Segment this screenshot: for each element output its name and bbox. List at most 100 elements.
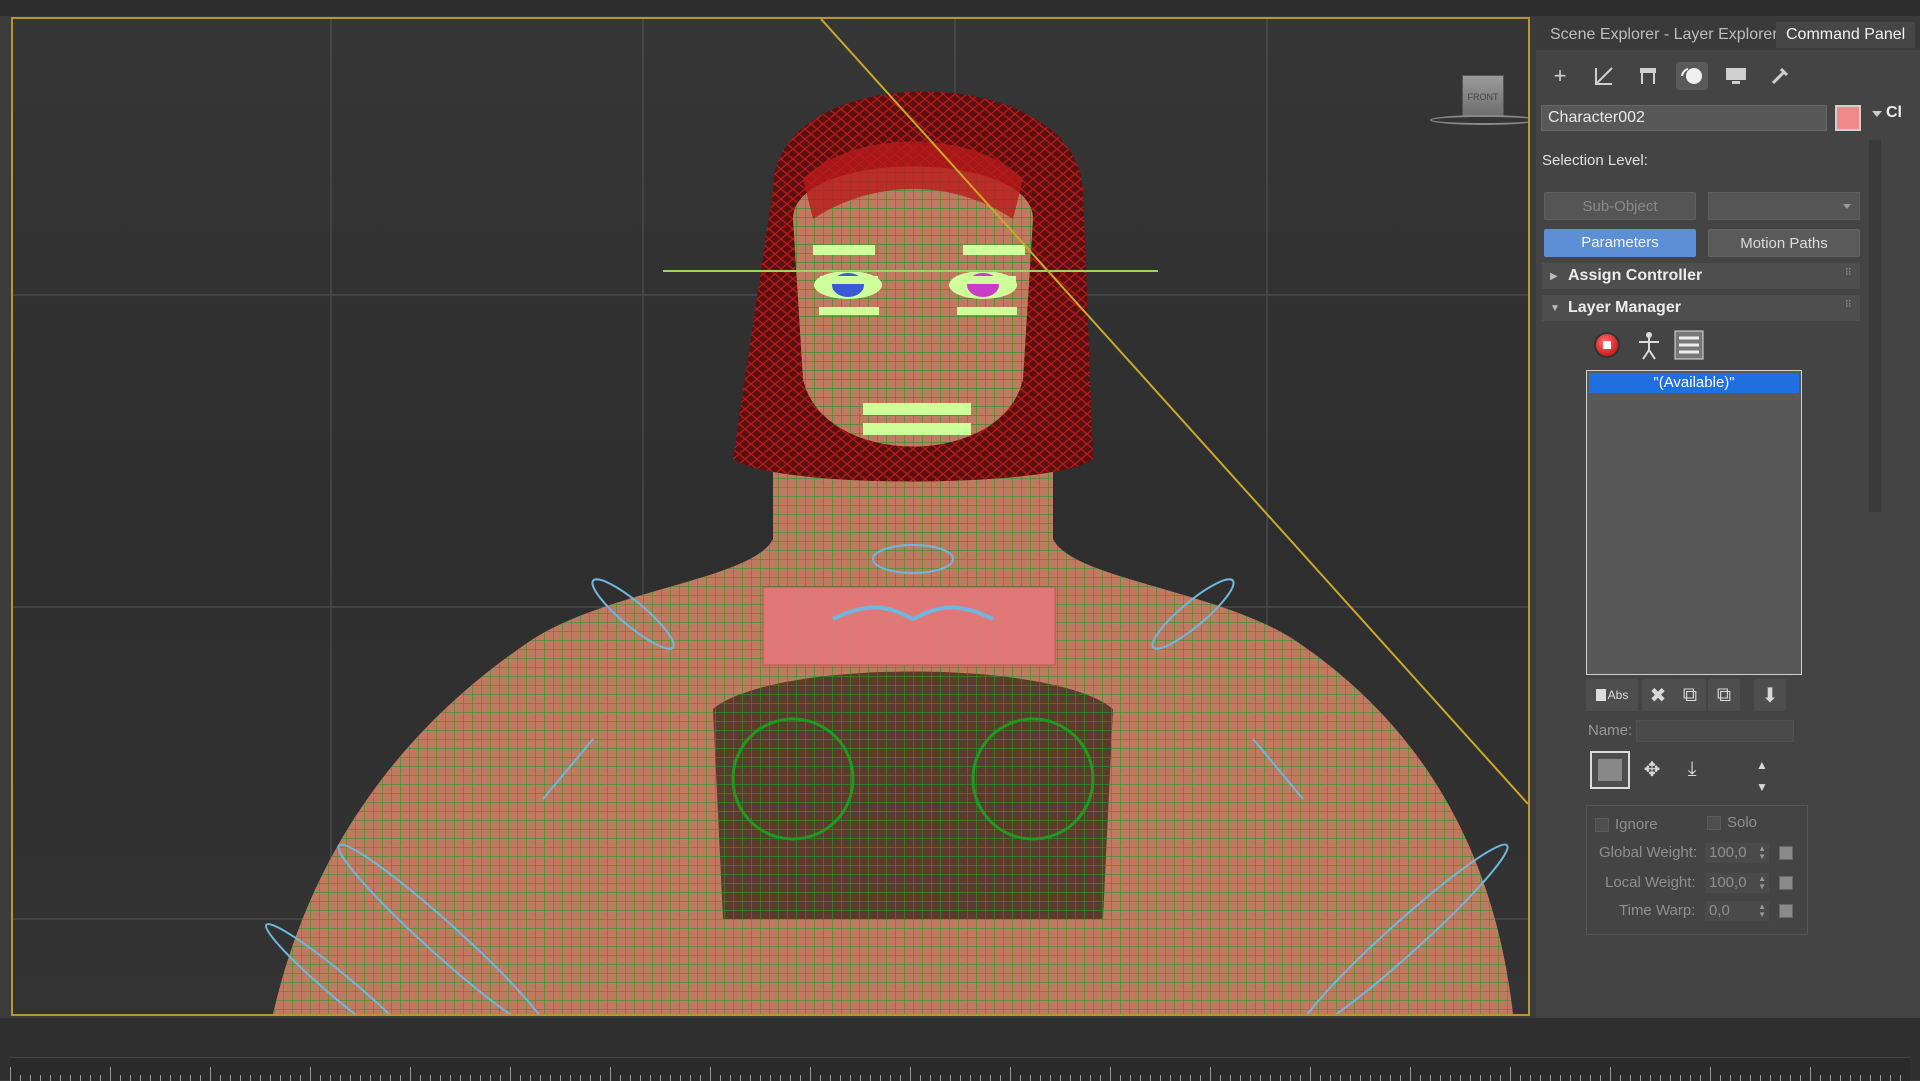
- tab-scene-explorer[interactable]: Scene Explorer - Layer Explorer: [1540, 22, 1788, 48]
- ruler-tick: [120, 1075, 121, 1081]
- ruler-tick: [880, 1075, 881, 1081]
- ruler-tick: [1480, 1075, 1481, 1081]
- copy-layer-icon[interactable]: ⧉: [1674, 679, 1706, 711]
- ruler-tick: [450, 1075, 451, 1081]
- viewcube[interactable]: FRONT: [1430, 75, 1528, 145]
- ruler-tick: [1850, 1075, 1851, 1081]
- ruler-tick: [570, 1075, 571, 1081]
- collapse-layer-icon[interactable]: ⬇: [1754, 679, 1786, 711]
- ruler-tick: [380, 1075, 381, 1081]
- chevron-down-icon[interactable]: [1872, 111, 1882, 117]
- panel-scrollbar[interactable]: [1869, 140, 1881, 512]
- ruler-tick: [1440, 1075, 1441, 1081]
- ruler-tick: [80, 1075, 81, 1081]
- drag-handle-icon[interactable]: ⠿: [1845, 268, 1852, 279]
- time-ruler[interactable]: [10, 1057, 1910, 1081]
- ruler-tick: [1060, 1075, 1061, 1081]
- ruler-tick: [540, 1075, 541, 1081]
- rollout-assign-controller[interactable]: ▶ Assign Controller ⠿: [1542, 263, 1860, 289]
- ruler-tick: [500, 1075, 501, 1081]
- ruler-tick: [290, 1075, 291, 1081]
- ruler-tick: [1150, 1075, 1151, 1081]
- paste-layer-icon[interactable]: ⧉: [1708, 679, 1740, 711]
- active-layer-toggle[interactable]: [1590, 751, 1630, 789]
- key-button[interactable]: [1779, 846, 1793, 860]
- ruler-tick: [1880, 1075, 1881, 1081]
- key-button[interactable]: [1779, 904, 1793, 918]
- motion-icon[interactable]: [1676, 62, 1708, 90]
- solo-checkbox[interactable]: [1707, 816, 1721, 830]
- ruler-tick: [1750, 1075, 1751, 1081]
- rollout-title: Layer Manager: [1568, 299, 1681, 316]
- global-weight-spinner[interactable]: 100,0 ▲ ▼: [1705, 843, 1769, 863]
- ignore-checkbox[interactable]: [1595, 818, 1609, 832]
- display-icon[interactable]: [1720, 62, 1752, 90]
- set-active-icon[interactable]: ⤓: [1676, 753, 1708, 785]
- drag-handle-icon[interactable]: ⠿: [1845, 300, 1852, 311]
- command-panel: Scene Explorer - Layer Explorer Command …: [1536, 16, 1920, 1018]
- ruler-tick: [1000, 1075, 1001, 1081]
- ruler-tick: [1170, 1075, 1171, 1081]
- motion-paths-button[interactable]: Motion Paths: [1708, 229, 1860, 257]
- abs-label: Abs: [1607, 688, 1629, 702]
- ruler-tick: [1400, 1075, 1401, 1081]
- sub-object-button[interactable]: Sub-Object: [1544, 192, 1696, 220]
- ruler-tick: [1860, 1075, 1861, 1081]
- biped-figure-icon[interactable]: [1632, 328, 1666, 362]
- ruler-tick: [940, 1075, 941, 1081]
- delete-layer-icon[interactable]: ✖: [1642, 679, 1674, 711]
- ruler-tick: [1660, 1075, 1661, 1081]
- rollout-layer-manager[interactable]: ▼ Layer Manager ⠿: [1542, 295, 1860, 321]
- ruler-tick: [720, 1075, 721, 1081]
- layer-list[interactable]: "(Available)": [1586, 370, 1802, 675]
- panel-tabs: Scene Explorer - Layer Explorer Command …: [1536, 16, 1920, 50]
- object-name-field[interactable]: Character002: [1541, 105, 1827, 131]
- ruler-tick: [610, 1067, 611, 1081]
- parameters-button[interactable]: Parameters: [1544, 229, 1696, 257]
- tab-command-panel[interactable]: Command Panel: [1776, 22, 1916, 48]
- add-layer-abs-button[interactable]: Abs: [1586, 679, 1638, 711]
- utilities-icon[interactable]: [1764, 62, 1796, 90]
- ruler-tick: [930, 1075, 931, 1081]
- ruler-tick: [1840, 1075, 1841, 1081]
- ruler-tick: [1340, 1075, 1341, 1081]
- local-weight-spinner[interactable]: 100,0 ▲ ▼: [1705, 873, 1769, 893]
- spinner-arrows-icon[interactable]: ▲ ▼: [1758, 875, 1766, 891]
- object-color-swatch[interactable]: [1835, 105, 1861, 131]
- layer-list-icon[interactable]: [1672, 328, 1706, 362]
- time-warp-spinner[interactable]: 0,0 ▲ ▼: [1705, 901, 1769, 921]
- ruler-tick: [1670, 1075, 1671, 1081]
- viewcube-compass-ring[interactable]: [1430, 115, 1528, 125]
- layer-down-icon[interactable]: ▼: [1746, 771, 1778, 803]
- modify-icon[interactable]: [1588, 62, 1620, 90]
- spinner-arrows-icon[interactable]: ▲ ▼: [1758, 845, 1766, 861]
- ruler-tick: [510, 1067, 511, 1081]
- create-icon[interactable]: +: [1544, 62, 1576, 90]
- viewcube-face-front[interactable]: FRONT: [1462, 75, 1504, 117]
- ruler-tick: [770, 1075, 771, 1081]
- hierarchy-icon[interactable]: [1632, 62, 1664, 90]
- ruler-tick: [1900, 1075, 1901, 1081]
- record-icon[interactable]: [1590, 328, 1624, 362]
- layer-name-input[interactable]: [1636, 720, 1794, 742]
- ruler-tick: [1290, 1075, 1291, 1081]
- ruler-tick: [1190, 1075, 1191, 1081]
- ruler-tick: [1010, 1067, 1011, 1081]
- select-active-layer-icon[interactable]: ✥: [1636, 753, 1668, 785]
- ruler-tick: [780, 1075, 781, 1081]
- list-item[interactable]: "(Available)": [1589, 373, 1799, 393]
- ruler-tick: [790, 1075, 791, 1081]
- ruler-tick: [620, 1075, 621, 1081]
- ruler-tick: [1470, 1075, 1471, 1081]
- ruler-tick: [1700, 1075, 1701, 1081]
- sub-object-dropdown[interactable]: [1708, 192, 1860, 220]
- key-button[interactable]: [1779, 876, 1793, 890]
- spinner-arrows-icon[interactable]: ▲ ▼: [1758, 903, 1766, 919]
- ruler-tick: [170, 1075, 171, 1081]
- front-viewport[interactable]: FRONT: [11, 17, 1530, 1016]
- ruler-tick: [470, 1075, 471, 1081]
- name-label: Name:: [1588, 722, 1633, 739]
- ruler-tick: [1360, 1075, 1361, 1081]
- ruler-tick: [550, 1075, 551, 1081]
- ruler-tick: [820, 1075, 821, 1081]
